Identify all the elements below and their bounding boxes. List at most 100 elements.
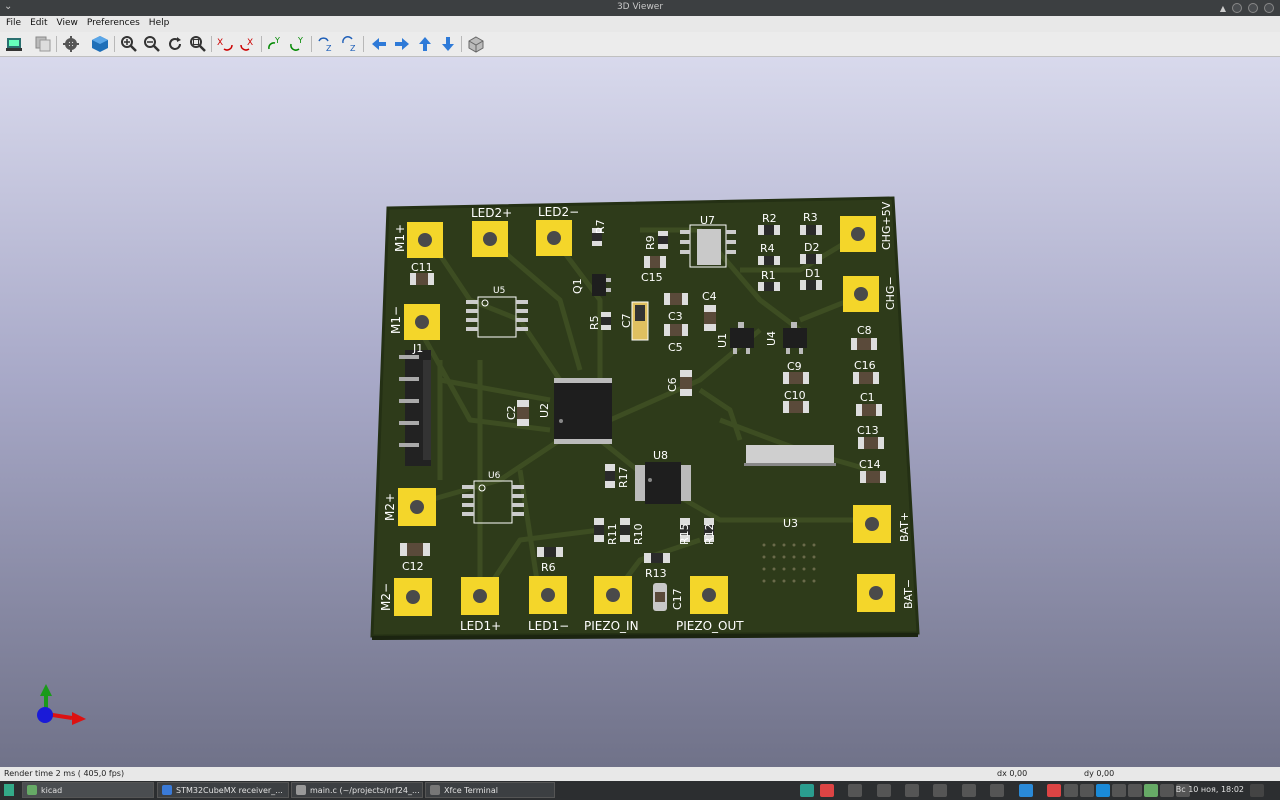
show-desktop-icon[interactable] [1250, 784, 1264, 797]
pad-led2m [536, 220, 572, 256]
app-menu-icon[interactable] [4, 784, 14, 796]
label-m2p: M2+ [383, 493, 397, 521]
pad-led2p [472, 221, 508, 257]
skype-icon[interactable] [1096, 784, 1110, 797]
task-editor[interactable]: main.c (~/projects/nrf24_... [291, 782, 423, 798]
copy-image-icon[interactable] [34, 35, 52, 53]
task-stm32cubemx[interactable]: STM32CubeMX receiver_... [157, 782, 289, 798]
label-led2m: LED2− [538, 205, 579, 219]
editor-icon [296, 785, 306, 795]
pan-left-icon[interactable] [370, 35, 388, 53]
3d-viewport[interactable]: M1+ LED2+ LED2− R7 R9 U7 R2 R3 CHG+5V C1… [0, 57, 1280, 767]
chrome-icon[interactable] [820, 784, 834, 797]
tray-bug-icon[interactable] [1144, 784, 1158, 797]
label-piezo-out: PIEZO_OUT [676, 619, 744, 633]
minimize-button[interactable] [1232, 3, 1242, 13]
task-kicad[interactable]: kicad [22, 782, 154, 798]
rotate-y-cw-icon[interactable]: Y [266, 35, 284, 53]
redraw-icon[interactable] [166, 35, 184, 53]
notification-icon[interactable] [1047, 784, 1061, 797]
tray-circle-icon-2[interactable] [933, 784, 947, 797]
pad-batm [857, 574, 895, 612]
passive-c12 [400, 543, 430, 556]
chip-u8 [635, 462, 691, 504]
tray-window-icon[interactable] [848, 784, 862, 797]
menu-help[interactable]: Help [143, 16, 173, 28]
bluetooth-icon[interactable] [1112, 784, 1126, 797]
task-terminal[interactable]: Xfce Terminal [425, 782, 555, 798]
telegram-icon[interactable] [1019, 784, 1033, 797]
label-r11: R11 [606, 523, 619, 545]
battery-icon[interactable] [1160, 784, 1174, 797]
cap-c17 [653, 583, 667, 611]
label-c13: C13 [857, 424, 879, 437]
dy-readout: dy 0,00 [1084, 769, 1115, 778]
network-icon[interactable] [1080, 784, 1094, 797]
tray-app-icon[interactable] [800, 784, 814, 797]
raytrace-cube-icon[interactable] [91, 35, 109, 53]
passive-r9 [658, 231, 668, 249]
tray-circle-icon-4[interactable] [990, 784, 1004, 797]
label-led2p: LED2+ [471, 206, 512, 220]
label-c2: C2 [505, 405, 518, 420]
chip-u2 [554, 378, 612, 444]
menu-file[interactable]: File [0, 16, 24, 28]
svg-text:X: X [247, 38, 253, 48]
label-r17: R17 [617, 466, 630, 488]
label-j1: J1 [412, 342, 423, 355]
tray-circle-icon[interactable] [905, 784, 919, 797]
toolbar: X X Y Y Z Z [0, 32, 1280, 57]
window-titlebar[interactable]: ⌄ 3D Viewer ▲ [0, 0, 1280, 16]
ortho-view-icon[interactable] [467, 35, 485, 53]
tray-circle-icon-3[interactable] [962, 784, 976, 797]
stm32-icon [162, 785, 172, 795]
pad-led1m [529, 576, 567, 614]
label-c1: C1 [860, 391, 875, 404]
label-u4: U4 [765, 331, 778, 346]
rotate-x-ccw-icon[interactable]: X [239, 35, 257, 53]
passive-c16 [853, 372, 879, 384]
label-chgm: CHG− [884, 276, 897, 310]
zoom-out-icon[interactable] [143, 35, 161, 53]
pan-down-icon[interactable] [439, 35, 457, 53]
zoom-fit-icon[interactable] [189, 35, 207, 53]
pad-piezo-out [690, 576, 728, 614]
label-c7: C7 [620, 313, 633, 328]
label-c11: C11 [411, 261, 433, 274]
passive-r17 [605, 464, 615, 488]
maximize-button[interactable] [1248, 3, 1258, 13]
rotate-z-cw-icon[interactable]: Z [317, 35, 335, 53]
pan-up-icon[interactable] [416, 35, 434, 53]
volume-icon[interactable] [1128, 784, 1142, 797]
passive-c15 [644, 256, 666, 268]
passive-r11 [594, 518, 604, 542]
passive-c1 [856, 404, 882, 416]
keep-above-icon[interactable]: ▲ [1220, 4, 1226, 13]
label-led1p: LED1+ [460, 619, 501, 633]
reload-board-icon[interactable] [5, 35, 23, 53]
label-r4: R4 [760, 242, 775, 255]
pan-right-icon[interactable] [393, 35, 411, 53]
pad-m2p [398, 488, 436, 526]
tray-x-icon[interactable] [877, 784, 891, 797]
dx-readout: dx 0,00 [997, 769, 1028, 778]
settings-gear-icon[interactable] [62, 35, 80, 53]
rotate-x-cw-icon[interactable]: X [216, 35, 234, 53]
terminal-icon [430, 785, 440, 795]
dropbox-icon[interactable] [1064, 784, 1078, 797]
label-piezo-in: PIEZO_IN [584, 619, 639, 633]
menu-edit[interactable]: Edit [24, 16, 50, 28]
taskbar-clock[interactable]: Вс 10 ноя, 18:02 [1176, 785, 1244, 794]
rotate-z-ccw-icon[interactable]: Z [341, 35, 359, 53]
rotate-y-ccw-icon[interactable]: Y [289, 35, 307, 53]
menu-view[interactable]: View [51, 16, 81, 28]
close-button[interactable] [1264, 3, 1274, 13]
label-u2: U2 [538, 403, 551, 418]
label-c15: C15 [641, 271, 663, 284]
label-r2: R2 [762, 212, 777, 225]
zoom-in-icon[interactable] [120, 35, 138, 53]
label-r13: R13 [645, 567, 667, 580]
pad-chg5 [840, 216, 876, 252]
passive-c10 [783, 401, 809, 413]
menu-preferences[interactable]: Preferences [81, 16, 143, 28]
